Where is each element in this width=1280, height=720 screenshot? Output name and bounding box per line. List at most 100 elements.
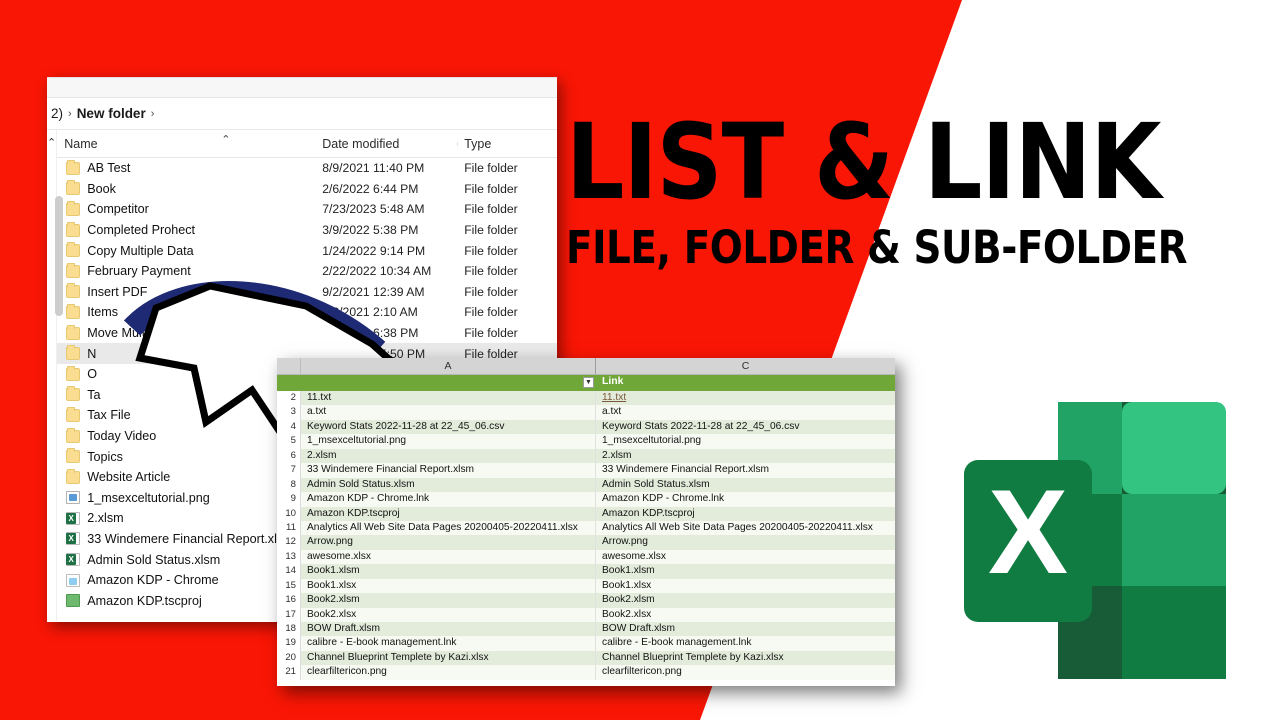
excel-row-number[interactable]: 12: [277, 535, 301, 550]
excel-row[interactable]: 9 Amazon KDP - Chrome.lnk Amazon KDP - Chr…: [277, 492, 895, 507]
filter-dropdown-icon[interactable]: ▼: [583, 377, 594, 388]
excel-cell-name[interactable]: a.txt: [301, 405, 596, 420]
excel-row[interactable]: 12 Arrow.png Arrow.png: [277, 535, 895, 550]
excel-column-letter-c[interactable]: C: [596, 358, 895, 374]
excel-cell-link[interactable]: Book2.xlsm: [596, 593, 895, 607]
excel-cell-name[interactable]: Book1.xlsm: [301, 564, 596, 579]
excel-cell-link[interactable]: Book1.xlsx: [596, 579, 895, 593]
excel-column-letter-header: A C: [277, 358, 895, 375]
excel-row[interactable]: 2 11.txt 11.txt: [277, 391, 895, 406]
excel-row-number[interactable]: 14: [277, 564, 301, 579]
excel-cell-name[interactable]: Channel Blueprint Templete by Kazi.xlsx: [301, 650, 596, 666]
breadcrumb-root[interactable]: 2): [51, 106, 63, 121]
excel-cell-name[interactable]: 1_msexceltutorial.png: [301, 434, 596, 449]
excel-row-number[interactable]: 9: [277, 492, 301, 507]
column-header-date-modified[interactable]: Date modified: [315, 137, 457, 151]
excel-cell-name[interactable]: Book2.xlsx: [301, 607, 596, 622]
excel-cell-link[interactable]: 1_msexceltutorial.png: [596, 434, 895, 448]
excel-row-number[interactable]: 8: [277, 477, 301, 493]
excel-cell-hyperlink[interactable]: 11.txt: [596, 391, 895, 405]
excel-row[interactable]: 5 1_msexceltutorial.png 1_msexceltutorial.…: [277, 434, 895, 449]
excel-row-number[interactable]: 6: [277, 448, 301, 464]
excel-cell-link[interactable]: Channel Blueprint Templete by Kazi.xlsx: [596, 651, 895, 665]
breadcrumb-current-folder[interactable]: New folder: [77, 106, 146, 121]
excel-row[interactable]: 6 2.xlsm 2.xlsm: [277, 448, 895, 464]
explorer-row[interactable]: Book 2/6/2022 6:44 PM File folder: [57, 179, 557, 200]
excel-row-number[interactable]: 20: [277, 650, 301, 666]
excel-cell-link[interactable]: awesome.xlsx: [596, 550, 895, 564]
excel-cell-link[interactable]: Arrow.png: [596, 535, 895, 549]
excel-cell-link[interactable]: calibre - E-book management.lnk: [596, 636, 895, 650]
excel-row-number[interactable]: 19: [277, 636, 301, 651]
excel-cell-name[interactable]: Arrow.png: [301, 535, 596, 550]
excel-row[interactable]: 18 BOW Draft.xlsm BOW Draft.xlsm: [277, 622, 895, 637]
excel-header-cell-link[interactable]: Link: [596, 375, 895, 391]
excel-row[interactable]: 13 awesome.xlsx awesome.xlsx: [277, 549, 895, 565]
excel-row[interactable]: 17 Book2.xlsx Book2.xlsx: [277, 607, 895, 622]
excel-cell-name[interactable]: 2.xlsm: [301, 448, 596, 464]
excel-row-number[interactable]: 16: [277, 593, 301, 608]
excel-cell-name[interactable]: calibre - E-book management.lnk: [301, 636, 596, 651]
excel-row-number[interactable]: 7: [277, 463, 301, 478]
explorer-row[interactable]: Completed Prohect 3/9/2022 5:38 PM File fo…: [57, 220, 557, 241]
excel-row[interactable]: 21 clearfiltericon.png clearfiltericon.png: [277, 665, 895, 680]
excel-cell-name[interactable]: BOW Draft.xlsm: [301, 622, 596, 637]
excel-row[interactable]: 11 Analytics All Web Site Data Pages 2020…: [277, 520, 895, 536]
excel-header-cell-a[interactable]: ▼: [301, 375, 596, 391]
excel-cell-name[interactable]: 11.txt: [301, 391, 596, 406]
excel-row-number[interactable]: 2: [277, 391, 301, 406]
excel-cell-name[interactable]: awesome.xlsx: [301, 549, 596, 565]
image-file-icon: [66, 491, 81, 505]
excel-row-number[interactable]: 10: [277, 506, 301, 521]
excel-cell-link[interactable]: a.txt: [596, 405, 895, 419]
excel-row[interactable]: 10 Amazon KDP.tscproj Amazon KDP.tscproj: [277, 506, 895, 521]
excel-cell-name[interactable]: Admin Sold Status.xlsm: [301, 477, 596, 493]
excel-row[interactable]: 8 Admin Sold Status.xlsm Admin Sold Status…: [277, 477, 895, 493]
excel-cell-name[interactable]: Keyword Stats 2022-11-28 at 22_45_06.csv: [301, 419, 596, 435]
excel-cell-link[interactable]: clearfiltericon.png: [596, 665, 895, 679]
excel-row-number[interactable]: 21: [277, 665, 301, 680]
excel-cell-name[interactable]: 33 Windemere Financial Report.xlsm: [301, 463, 596, 478]
excel-row[interactable]: 7 33 Windemere Financial Report.xlsm 33 Wi…: [277, 463, 895, 478]
column-header-type[interactable]: Type: [457, 137, 557, 151]
excel-cell-name[interactable]: Book2.xlsm: [301, 593, 596, 608]
excel-cell-name[interactable]: Book1.xlsx: [301, 578, 596, 594]
excel-row-number[interactable]: 5: [277, 434, 301, 449]
column-header-name[interactable]: Name: [57, 137, 315, 151]
excel-cell-name[interactable]: Amazon KDP - Chrome.lnk: [301, 492, 596, 507]
excel-row-number[interactable]: 3: [277, 405, 301, 420]
excel-cell-link[interactable]: Analytics All Web Site Data Pages 202004…: [596, 521, 895, 535]
excel-row[interactable]: 16 Book2.xlsm Book2.xlsm: [277, 593, 895, 608]
excel-row-number[interactable]: 4: [277, 419, 301, 435]
excel-row-number[interactable]: 11: [277, 520, 301, 536]
excel-cell-name[interactable]: clearfiltericon.png: [301, 665, 596, 680]
excel-row[interactable]: 4 Keyword Stats 2022-11-28 at 22_45_06.cs…: [277, 419, 895, 435]
excel-row[interactable]: 3 a.txt a.txt: [277, 405, 895, 420]
excel-cell-link[interactable]: Amazon KDP - Chrome.lnk: [596, 492, 895, 506]
excel-cell-link[interactable]: Admin Sold Status.xlsm: [596, 478, 895, 492]
excel-row-number[interactable]: 17: [277, 607, 301, 622]
excel-cell-name[interactable]: Amazon KDP.tscproj: [301, 506, 596, 521]
excel-cell-link[interactable]: Amazon KDP.tscproj: [596, 507, 895, 521]
excel-row-number[interactable]: 18: [277, 622, 301, 637]
excel-row[interactable]: 20 Channel Blueprint Templete by Kazi.xls…: [277, 650, 895, 666]
excel-cell-link[interactable]: Book1.xlsm: [596, 564, 895, 578]
excel-select-all-corner[interactable]: [277, 358, 301, 374]
excel-cell-link[interactable]: 2.xlsm: [596, 449, 895, 463]
breadcrumb[interactable]: 2) › New folder ›: [47, 98, 557, 130]
excel-cell-name[interactable]: Analytics All Web Site Data Pages 202004…: [301, 520, 596, 536]
excel-row-number[interactable]: 13: [277, 549, 301, 565]
excel-cell-link[interactable]: 33 Windemere Financial Report.xlsm: [596, 463, 895, 477]
excel-logo-quad-top-right: [1122, 402, 1226, 494]
excel-column-letter-a[interactable]: A: [301, 358, 596, 374]
explorer-row[interactable]: Copy Multiple Data 1/24/2022 9:14 PM File …: [57, 240, 557, 261]
explorer-row[interactable]: Competitor 7/23/2023 5:48 AM File folder: [57, 199, 557, 220]
excel-row[interactable]: 19 calibre - E-book management.lnk calibre…: [277, 636, 895, 651]
excel-row[interactable]: 15 Book1.xlsx Book1.xlsx: [277, 578, 895, 594]
excel-cell-link[interactable]: Book2.xlsx: [596, 608, 895, 622]
excel-row[interactable]: 14 Book1.xlsm Book1.xlsm: [277, 564, 895, 579]
explorer-row[interactable]: AB Test 8/9/2021 11:40 PM File folder: [57, 158, 557, 179]
excel-cell-link[interactable]: Keyword Stats 2022-11-28 at 22_45_06.csv: [596, 420, 895, 434]
excel-cell-link[interactable]: BOW Draft.xlsm: [596, 622, 895, 636]
excel-row-number[interactable]: 15: [277, 578, 301, 594]
